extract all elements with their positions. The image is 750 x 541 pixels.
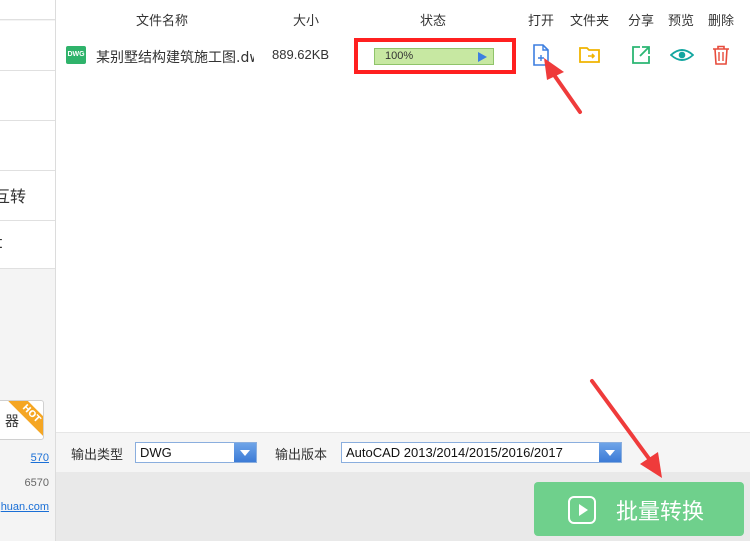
trash-icon[interactable] bbox=[710, 44, 732, 66]
convert-play-icon bbox=[568, 496, 596, 524]
table-header: 文件名称 大小 状态 打开 文件夹 分享 预览 删除 bbox=[56, 0, 750, 34]
header-filename: 文件名称 bbox=[136, 14, 189, 29]
sidebar-item-3[interactable] bbox=[0, 71, 55, 121]
phone-link[interactable]: 570 bbox=[31, 452, 49, 464]
dropdown-arrow-icon[interactable] bbox=[234, 443, 256, 462]
header-delete: 删除 bbox=[708, 14, 735, 29]
header-size: 大小 bbox=[293, 14, 320, 29]
progress-text: 100% bbox=[385, 50, 414, 62]
batch-convert-button[interactable]: 批量转换 bbox=[534, 482, 744, 536]
batch-convert-label: 批量转换 bbox=[616, 500, 705, 525]
promo-button-label: 器 bbox=[5, 414, 19, 430]
header-status: 状态 bbox=[420, 14, 447, 29]
folder-icon[interactable] bbox=[579, 44, 601, 66]
header-open: 打开 bbox=[528, 14, 555, 29]
header-folder: 文件夹 bbox=[570, 14, 610, 29]
promo-button[interactable]: 器 HOT bbox=[0, 400, 44, 440]
sidebar-item-2[interactable] bbox=[0, 21, 55, 71]
sidebar: 互转 t 器 HOT 570 6570 huan.com bbox=[0, 0, 56, 541]
phone-text: 6570 bbox=[24, 477, 49, 489]
sidebar-item-label: t bbox=[0, 233, 25, 252]
website-link[interactable]: huan.com bbox=[1, 501, 49, 513]
open-file-icon[interactable] bbox=[530, 44, 552, 66]
dropdown-arrow-icon[interactable] bbox=[599, 443, 621, 462]
sidebar-item-convert[interactable]: 互转 bbox=[0, 171, 55, 221]
output-type-select[interactable]: DWG bbox=[135, 442, 257, 463]
output-type-label: 输出类型 bbox=[71, 448, 124, 463]
table-row[interactable]: DWG 某别墅结构建筑施工图.dwg 889.62KB 100% bbox=[56, 36, 750, 76]
sidebar-item-1[interactable] bbox=[0, 0, 55, 20]
progress-bar: 100% bbox=[374, 48, 494, 65]
share-icon[interactable] bbox=[630, 44, 652, 66]
footer-bar: 批量转换 bbox=[56, 472, 750, 541]
header-share: 分享 bbox=[628, 14, 655, 29]
file-name: 某别墅结构建筑施工图.dwg bbox=[96, 50, 254, 66]
eye-icon[interactable] bbox=[670, 44, 694, 66]
dwg-file-icon: DWG bbox=[66, 46, 86, 64]
play-icon[interactable] bbox=[478, 52, 487, 62]
status-highlight: 100% bbox=[354, 38, 516, 74]
output-type-value: DWG bbox=[140, 445, 172, 460]
sidebar-item-label: 互转 bbox=[0, 187, 27, 206]
output-version-label: 输出版本 bbox=[275, 448, 328, 463]
file-size: 889.62KB bbox=[272, 47, 330, 62]
output-version-select[interactable]: AutoCAD 2013/2014/2015/2016/2017 bbox=[341, 442, 622, 463]
output-options: 输出类型 DWG 输出版本 AutoCAD 2013/2014/2015/201… bbox=[56, 432, 750, 472]
header-preview: 预览 bbox=[668, 14, 695, 29]
sidebar-item-4[interactable] bbox=[0, 121, 55, 171]
sidebar-item-6[interactable]: t bbox=[0, 221, 55, 269]
output-version-value: AutoCAD 2013/2014/2015/2016/2017 bbox=[346, 445, 563, 460]
